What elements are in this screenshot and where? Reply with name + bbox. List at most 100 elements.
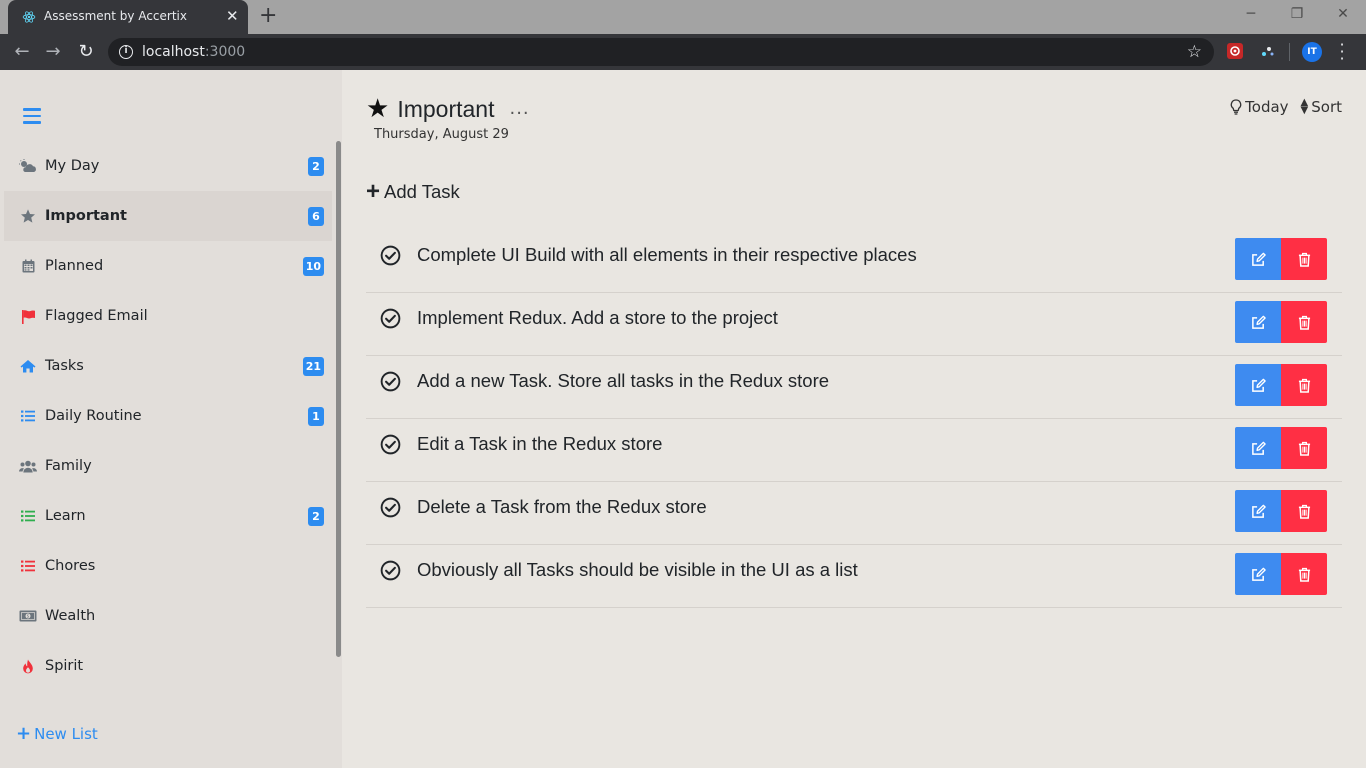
sidebar-item-label: Flagged Email xyxy=(45,308,148,324)
delete-task-button[interactable] xyxy=(1281,427,1327,469)
task-row: Implement Redux. Add a store to the proj… xyxy=(366,293,1342,356)
flag-icon xyxy=(18,309,38,324)
main-panel: ★ Important ... Thursday, August 29 Toda… xyxy=(342,70,1366,768)
svg-text:$: $ xyxy=(27,614,30,620)
restore-icon[interactable]: ❐ xyxy=(1287,4,1307,24)
sidebar-item-label: Daily Routine xyxy=(45,408,142,424)
plus-icon: + xyxy=(366,178,381,205)
sidebar-item-wealth[interactable]: $ Wealth xyxy=(4,591,332,641)
page-title: Important xyxy=(397,95,495,122)
edit-task-button[interactable] xyxy=(1235,301,1281,343)
new-tab-button[interactable]: + xyxy=(259,4,277,28)
delete-task-button[interactable] xyxy=(1281,490,1327,532)
home-icon xyxy=(18,359,38,373)
sidebar: My Day 2 Important 6 Planned 10 Flagged Email T… xyxy=(0,70,342,768)
profile-avatar[interactable]: IT xyxy=(1302,42,1322,62)
edit-icon xyxy=(1251,315,1266,330)
check-circle-icon[interactable] xyxy=(380,560,401,581)
list-icon xyxy=(18,410,38,422)
header-actions: Today ▲ ▼ Sort xyxy=(1218,98,1342,116)
plus-icon: + xyxy=(16,723,32,744)
toolbar-divider xyxy=(1289,43,1290,61)
task-row: Edit a Task in the Redux store xyxy=(366,419,1342,482)
more-options-button[interactable]: ... xyxy=(509,100,529,118)
extension-icon[interactable] xyxy=(1226,42,1244,60)
trash-icon xyxy=(1298,315,1311,330)
add-task-button[interactable]: + Add Task xyxy=(366,178,460,205)
sidebar-item-chores[interactable]: Chores xyxy=(4,541,332,591)
browser-title-bar: Assessment by Accertix ✕ + ─ ❐ ✕ xyxy=(0,0,1366,34)
new-list-button[interactable]: + New List xyxy=(16,723,98,744)
sidebar-item-label: Spirit xyxy=(45,658,84,674)
task-row: Delete a Task from the Redux store xyxy=(366,482,1342,545)
browser-tab[interactable]: Assessment by Accertix ✕ xyxy=(8,0,248,34)
sort-icon: ▲ ▼ xyxy=(1300,97,1309,116)
trash-icon xyxy=(1298,567,1311,582)
url-host: localhost xyxy=(142,44,205,60)
calendar-icon xyxy=(18,259,38,273)
check-circle-icon[interactable] xyxy=(380,245,401,266)
sidebar-item-tasks[interactable]: Tasks 21 xyxy=(4,341,332,391)
hamburger-menu-icon[interactable] xyxy=(23,108,41,128)
edit-icon xyxy=(1251,567,1266,582)
task-text: Obviously all Tasks should be visible in… xyxy=(417,559,858,580)
edit-task-button[interactable] xyxy=(1235,427,1281,469)
edit-task-button[interactable] xyxy=(1235,364,1281,406)
delete-task-button[interactable] xyxy=(1281,364,1327,406)
trash-icon xyxy=(1298,441,1311,456)
sidebar-item-label: Tasks xyxy=(45,358,84,374)
delete-task-button[interactable] xyxy=(1281,553,1327,595)
tab-close-icon[interactable]: ✕ xyxy=(226,8,239,24)
count-badge: 21 xyxy=(302,357,324,376)
task-list: Complete UI Build with all elements in t… xyxy=(366,230,1342,608)
extension-dots-icon[interactable] xyxy=(1258,42,1276,60)
sidebar-item-important[interactable]: Important 6 xyxy=(4,191,332,241)
edit-task-button[interactable] xyxy=(1235,490,1281,532)
delete-task-button[interactable] xyxy=(1281,238,1327,280)
delete-task-button[interactable] xyxy=(1281,301,1327,343)
sidebar-item-label: Planned xyxy=(45,258,104,274)
fire-icon xyxy=(18,659,38,674)
list-icon xyxy=(18,510,38,522)
reload-icon[interactable]: ↻ xyxy=(76,42,96,62)
check-circle-icon[interactable] xyxy=(380,434,401,455)
browser-toolbar: ← → ↻ i localhost:3000 ☆ IT · · · xyxy=(0,34,1366,70)
count-badge: 1 xyxy=(308,407,324,426)
sidebar-item-planned[interactable]: Planned 10 xyxy=(4,241,332,291)
count-badge: 2 xyxy=(308,507,324,526)
today-button[interactable]: Today xyxy=(1230,98,1289,116)
url-port: :3000 xyxy=(204,44,246,60)
edit-icon xyxy=(1251,504,1266,519)
task-text: Delete a Task from the Redux store xyxy=(417,496,707,517)
bookmark-star-icon[interactable]: ☆ xyxy=(1187,42,1202,62)
check-circle-icon[interactable] xyxy=(380,497,401,518)
edit-task-button[interactable] xyxy=(1235,238,1281,280)
forward-arrow-icon[interactable]: → xyxy=(43,42,63,62)
lightbulb-icon xyxy=(1230,99,1242,115)
list-icon xyxy=(18,560,38,572)
count-badge: 6 xyxy=(308,207,324,226)
check-circle-icon[interactable] xyxy=(380,371,401,392)
task-row: Obviously all Tasks should be visible in… xyxy=(366,545,1342,608)
close-window-icon[interactable]: ✕ xyxy=(1333,4,1353,24)
sidebar-item-daily-routine[interactable]: Daily Routine 1 xyxy=(4,391,332,441)
task-row: Complete UI Build with all elements in t… xyxy=(366,230,1342,293)
new-list-label: New List xyxy=(34,725,98,743)
check-circle-icon[interactable] xyxy=(380,308,401,329)
sidebar-item-spirit[interactable]: Spirit xyxy=(4,641,332,691)
page-date: Thursday, August 29 xyxy=(374,127,509,142)
info-icon[interactable]: i xyxy=(119,45,133,59)
sidebar-scrollbar-thumb[interactable] xyxy=(336,141,341,657)
sidebar-item-flagged-email[interactable]: Flagged Email xyxy=(4,291,332,341)
sidebar-item-family[interactable]: Family xyxy=(4,441,332,491)
address-bar[interactable]: i localhost:3000 ☆ xyxy=(108,38,1214,66)
back-arrow-icon[interactable]: ← xyxy=(12,42,32,62)
task-text: Edit a Task in the Redux store xyxy=(417,433,663,454)
sort-button[interactable]: ▲ ▼ Sort xyxy=(1300,97,1342,117)
sidebar-item-my-day[interactable]: My Day 2 xyxy=(4,141,332,191)
task-text: Complete UI Build with all elements in t… xyxy=(417,244,917,265)
edit-task-button[interactable] xyxy=(1235,553,1281,595)
sidebar-item-learn[interactable]: Learn 2 xyxy=(4,491,332,541)
browser-menu-icon[interactable]: · · · xyxy=(1336,37,1348,67)
minimize-icon[interactable]: ─ xyxy=(1241,4,1261,24)
